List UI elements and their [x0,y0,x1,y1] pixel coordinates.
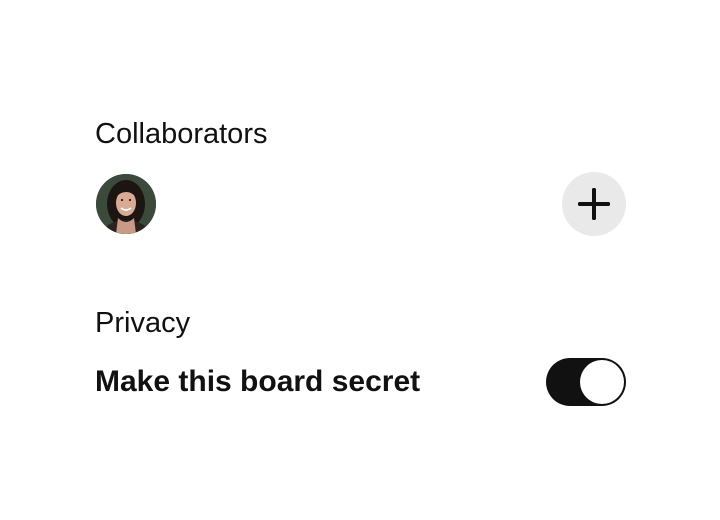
secret-board-toggle[interactable] [546,358,626,406]
collaborator-avatar[interactable] [96,174,156,234]
plus-icon [578,188,610,220]
collaborators-title: Collaborators [95,118,268,150]
toggle-knob [580,360,624,404]
privacy-title: Privacy [95,307,191,339]
add-collaborator-button[interactable] [562,172,626,236]
secret-board-label: Make this board secret [95,365,421,398]
avatar-portrait-icon [96,174,156,234]
